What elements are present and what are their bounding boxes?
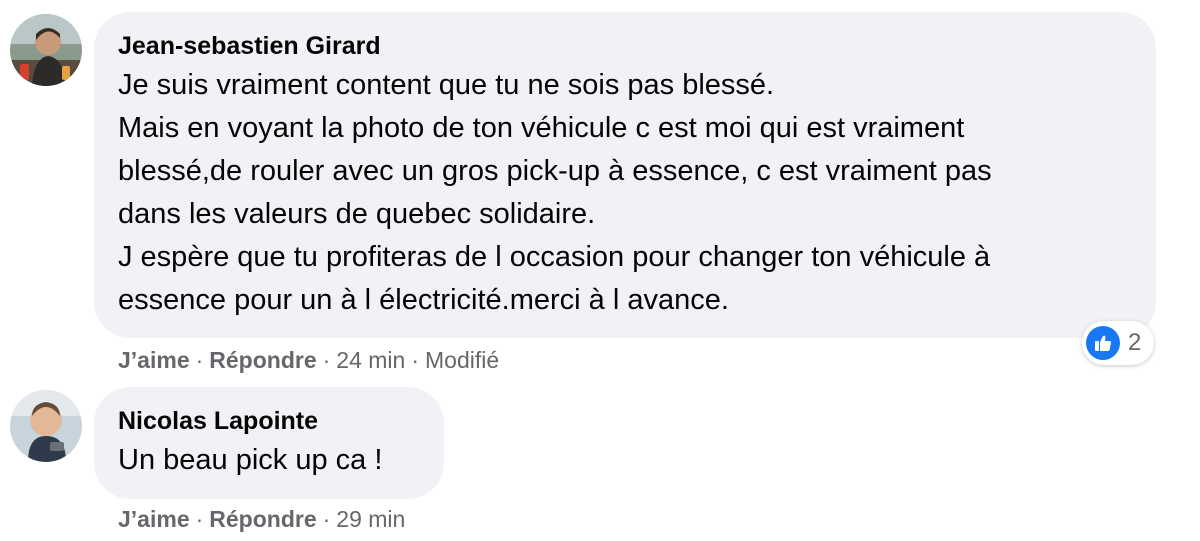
comment-line: Je suis vraiment content que tu ne sois … [118, 69, 775, 101]
comment-timestamp[interactable]: 24 min [336, 347, 405, 373]
edited-label[interactable]: Modifié [425, 347, 499, 373]
comment-timestamp[interactable]: 29 min [336, 506, 405, 532]
comment-bubble: Nicolas Lapointe Un beau pick up ca ! [94, 387, 444, 499]
comment-text: Je suis vraiment content que tu ne sois … [118, 64, 1156, 322]
avatar[interactable] [10, 14, 82, 86]
like-button[interactable]: J’aime [118, 506, 190, 532]
comment-author[interactable]: Jean-sebastien Girard [118, 31, 1156, 61]
comment-line: J espère que tu profiteras de l occasion… [118, 241, 991, 273]
separator-dot: · [411, 347, 420, 373]
reaction-summary[interactable]: 2 [1082, 321, 1154, 365]
like-thumb-icon [1086, 326, 1120, 360]
avatar-photo-icon [10, 14, 82, 86]
reply-button[interactable]: Répondre [209, 347, 316, 373]
separator-dot: · [322, 347, 331, 373]
comment-text: Un beau pick up ca ! [118, 439, 444, 482]
like-button[interactable]: J’aime [118, 347, 190, 373]
separator-dot: · [322, 506, 331, 532]
reply-button[interactable]: Répondre [209, 506, 316, 532]
comment-author[interactable]: Nicolas Lapointe [118, 406, 444, 436]
comment-actions: J’aime · Répondre · 29 min [118, 505, 405, 533]
comment-line: dans les valeurs de quebec solidaire. [118, 198, 596, 230]
comment-line: blessé,de rouler avec un gros pick-up à … [118, 155, 992, 187]
separator-dot: · [195, 347, 204, 373]
separator-dot: · [195, 506, 204, 532]
comment-line: Un beau pick up ca ! [118, 444, 383, 476]
comment-line: Mais en voyant la photo de ton véhicule … [118, 112, 965, 144]
comment-line: essence pour un à l électricité.merci à … [118, 284, 729, 316]
comment-actions: J’aime · Répondre · 24 min · Modifié [118, 346, 499, 374]
avatar[interactable] [10, 390, 82, 462]
comment-bubble: Jean-sebastien Girard Je suis vraiment c… [94, 12, 1156, 338]
reaction-count: 2 [1128, 329, 1142, 356]
avatar-photo-icon [10, 390, 82, 462]
